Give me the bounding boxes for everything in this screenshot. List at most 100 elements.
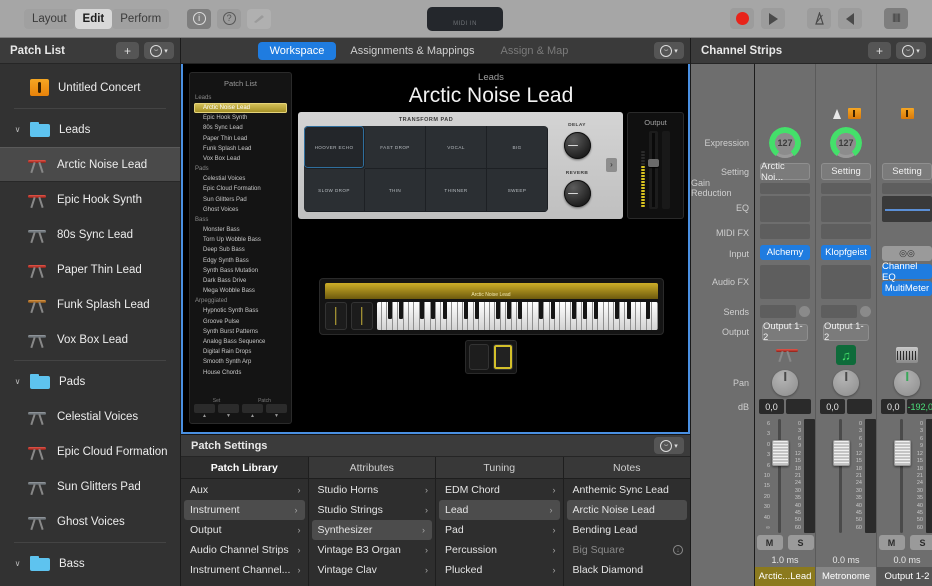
midi-fx-slot[interactable] [760,224,810,239]
transform-cell-fast-drop[interactable]: FAST DROP [365,126,426,169]
gain-reduction-slot[interactable] [821,183,871,194]
keyboard-keys[interactable] [377,302,658,330]
stage-list-item[interactable]: Synth Burst Patterns [194,327,287,337]
column-items[interactable]: Anthemic Sync Lead Arctic Noise Lead Ben… [564,479,691,586]
list-item-ghost-voices[interactable]: Ghost Voices [0,504,180,539]
stage-list-item[interactable]: Vox Box Lead [194,154,287,164]
midi-fx-slot[interactable] [821,224,871,239]
stage-list-item[interactable]: Celestial Voices [194,174,287,184]
menu-item-instrument-channel[interactable]: Instrument Channel...› [181,560,308,580]
send-knob[interactable] [799,306,810,317]
pan-knob[interactable] [833,370,859,396]
list-item-paper-thin-lead[interactable]: Paper Thin Lead [0,252,180,287]
output-fader[interactable] [649,131,658,209]
volume-fader-handle[interactable] [772,440,789,466]
metronome-icon[interactable] [807,8,831,29]
transform-cell-slow-drop[interactable]: SLOW DROP [304,169,365,212]
patch-list-rows[interactable]: Untitled Concert ∨ Leads Arctic Noise Le… [0,64,180,586]
patch-prev-button[interactable] [242,404,263,413]
menu-item-anthemic-sync-lead[interactable]: Anthemic Sync Lead [564,480,691,500]
output-slot[interactable]: Output 1-2 [762,324,808,341]
reverb-knob[interactable] [564,180,591,207]
mixer-icon[interactable]: ⦀⦀ [884,8,908,29]
transform-cell-sweep[interactable]: SWEEP [487,169,548,212]
strip-name[interactable]: Metronome [816,567,876,586]
fader-area[interactable]: 6∞ 0 3 6 9 12 15 [816,415,876,535]
setting-field[interactable]: Setting [882,163,932,180]
patch-list-action-menu[interactable]: ⌣ ▾ [144,42,174,59]
list-item-folder-bass[interactable]: ∨ Bass [0,546,180,581]
stage-list-item[interactable]: Analog Bass Sequence [194,337,287,347]
column-header[interactable]: Tuning [436,457,563,479]
menu-item-black-diamond[interactable]: Black Diamond [564,560,691,580]
strip-name[interactable]: Arctic...Lead [755,567,815,586]
mode-layout[interactable]: Layout [24,9,75,29]
stage-list-item[interactable]: Smooth Synth Arp [194,357,287,367]
volume-fader[interactable] [773,419,787,533]
sends-row[interactable] [821,305,871,318]
download-icon[interactable]: ↓ [673,545,683,555]
keyboard-widget[interactable]: Arctic Noise Lead [319,278,664,335]
mute-button[interactable]: M [879,535,905,550]
list-item-vox-box-lead[interactable]: Vox Box Lead [0,322,180,357]
set-next-button[interactable] [218,404,239,413]
chevron-down-icon[interactable]: ∨ [14,377,21,386]
pan-knob[interactable] [772,370,798,396]
column-items[interactable]: Aux› Instrument› Output› Audio Channel S… [181,479,308,586]
strip-name[interactable]: Output 1-2 [877,567,932,586]
tab-workspace[interactable]: Workspace [258,42,337,60]
audio-fx-slots[interactable] [760,265,810,299]
expression-knob[interactable]: 127 [831,128,861,158]
fader-area[interactable]: 6 3 0 3 6 10 15 20 30 40 ∞ [755,415,815,535]
channel-strips-action-menu[interactable]: ⌣ ▾ [896,42,926,59]
menu-item-studio-strings[interactable]: Studio Strings› [309,500,436,520]
stage-list-item[interactable]: Epic Hook Synth [194,113,287,123]
mode-switcher[interactable]: Layout Edit Perform [24,9,169,29]
menu-item-output[interactable]: Output› [181,520,308,540]
menu-item-pad[interactable]: Pad› [436,520,563,540]
fader-area[interactable]: 6∞ 0 3 6 9 12 15 [877,415,932,535]
eq-display[interactable] [882,196,932,222]
record-icon[interactable] [730,8,754,29]
input-slot[interactable]: ◎◎ [882,246,932,261]
list-item-sun-glitters-pad[interactable]: Sun Glitters Pad [0,469,180,504]
transform-cell-thin[interactable]: THIN [365,169,426,212]
gain-reduction-slot[interactable] [760,183,810,194]
menu-item-audio-channel-strips[interactable]: Audio Channel Strips› [181,540,308,560]
stage-list-item[interactable]: Monster Bass [194,225,287,235]
db-value[interactable]: 0,0 [759,399,784,414]
db-row[interactable]: 0,0 -192,0 [881,399,932,414]
channel-strip-output-1-2[interactable]: Setting ◎◎ Channel EQ MultiMeter [877,64,932,586]
expression-control[interactable]: 127 [831,124,861,162]
expression-pedal[interactable] [493,344,513,370]
mod-wheel[interactable] [351,302,373,330]
volume-fader-handle[interactable] [894,440,911,466]
stage-list-item[interactable]: Paper Thin Lead [194,134,287,144]
sustain-pedal[interactable] [469,344,489,370]
output-slot[interactable]: Output 1-2 [823,324,869,341]
column-items[interactable]: EDM Chord› Lead› Pad› Percussion› Plucke… [436,479,563,586]
input-slot[interactable]: Alchemy [760,245,810,260]
stage-list-item[interactable]: Funk Splash Lead [194,144,287,154]
output-fader-handle[interactable] [648,159,659,167]
list-item-epic-hook-synth[interactable]: Epic Hook Synth [0,182,180,217]
setting-field[interactable]: Arctic Noi... [760,163,810,180]
mode-edit[interactable]: Edit [75,9,113,29]
menu-item-lead[interactable]: Lead› [439,500,560,520]
chevron-down-icon[interactable]: ∨ [14,125,21,134]
mute-solo-row[interactable]: M S [879,535,932,552]
mute-solo-row[interactable]: M S [757,535,814,552]
menu-item-vintage-clav[interactable]: Vintage Clav› [309,560,436,580]
patch-settings-action-menu[interactable]: ⌣ ▾ [654,437,684,454]
help-icon[interactable]: ? [217,9,241,29]
sends-row[interactable] [760,305,810,318]
stage-list-item[interactable]: Torn Up Wobble Bass [194,235,287,245]
list-item-arctic-noise-lead[interactable]: Arctic Noise Lead [0,147,180,182]
set-prev-button[interactable] [194,404,215,413]
solo-button[interactable]: S [788,535,814,550]
transform-cell-big[interactable]: BIG [487,126,548,169]
transform-cell-vocal[interactable]: VOCAL [426,126,487,169]
menu-item-bending-lead[interactable]: Bending Lead [564,520,691,540]
pencil-icon[interactable] [247,9,271,29]
stage-list-item[interactable]: Arctic Noise Lead [194,103,287,113]
